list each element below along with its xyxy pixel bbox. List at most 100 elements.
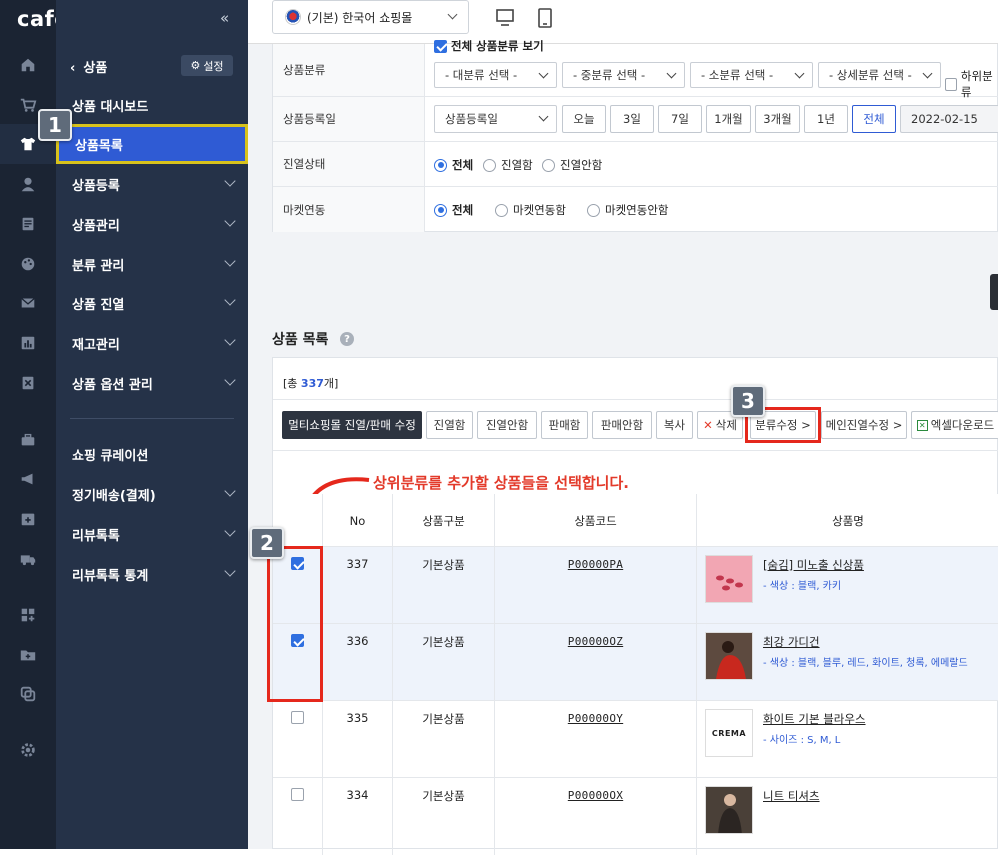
excel-icon[interactable] <box>18 373 38 393</box>
copy-button[interactable]: 복사 <box>656 411 693 439</box>
copy-icon[interactable] <box>18 684 38 704</box>
excel-download-button[interactable]: ✕ 엑셀다운로드 <box>911 411 998 439</box>
major-category-select[interactable]: - 대분류 선택 - <box>434 62 557 88</box>
minor-category-select[interactable]: - 소분류 선택 - <box>690 62 813 88</box>
product-code-link[interactable]: P00000OX <box>568 789 623 802</box>
home-icon[interactable] <box>18 55 38 75</box>
main-display-edit-button[interactable]: 메인진열수정 > <box>821 411 907 439</box>
detail-category-select[interactable]: - 상세분류 선택 - <box>818 62 941 88</box>
side-panel-tab[interactable] <box>990 274 998 310</box>
mail-icon[interactable] <box>18 293 38 313</box>
date-btn-3months[interactable]: 3개월 <box>755 105 800 133</box>
display-radio-shown[interactable]: 진열함 <box>483 157 533 173</box>
display-off-button[interactable]: 진열안함 <box>477 411 537 439</box>
display-radio-all[interactable]: 전체 <box>434 157 473 173</box>
date-btn-1month[interactable]: 1개월 <box>706 105 751 133</box>
person-icon[interactable] <box>18 174 38 194</box>
product-code-link[interactable]: P00000OZ <box>568 635 623 648</box>
sidebar-item-curation[interactable]: 쇼핑 큐레이션 <box>56 434 248 474</box>
display-on-button[interactable]: 진열함 <box>426 411 473 439</box>
settings-button[interactable]: ⚙ 설정 <box>181 55 233 76</box>
shop-selector[interactable]: (기본) 한국어 쇼핑몰 <box>272 0 469 34</box>
sidebar-item-product-list[interactable]: 상품목록 <box>56 124 248 164</box>
row-checkbox[interactable] <box>291 711 304 724</box>
date-type-select[interactable]: 상품등록일 <box>434 105 557 133</box>
product-name-link[interactable]: 최강 가디건 <box>763 634 820 650</box>
table-row[interactable]: 336 기본상품 P00000OZ 최강 가디건 - 색상 : 블랙, 블루, … <box>273 624 998 701</box>
product-name-link[interactable]: 니트 티셔츠 <box>763 788 820 804</box>
sidebar-item-subscription[interactable]: 정기배송(결제) <box>56 474 248 514</box>
start-date-input[interactable]: 2022-02-15 <box>900 105 998 133</box>
market-radio-linked[interactable]: 마켓연동함 <box>495 202 566 218</box>
sidebar-item-label: 상품관리 <box>72 218 120 234</box>
show-all-category-checkbox[interactable]: 전체 상품분류 보기 <box>434 38 544 54</box>
date-btn-7days[interactable]: 7일 <box>658 105 702 133</box>
no-cell: 336 <box>323 624 393 701</box>
megaphone-icon[interactable] <box>18 469 38 489</box>
no-cell: 334 <box>323 778 393 855</box>
date-btn-3days[interactable]: 3일 <box>610 105 654 133</box>
table-row[interactable]: 334 기본상품 P00000OX 니트 티셔츠 <box>273 778 998 855</box>
code-cell: P00000OX <box>495 778 697 855</box>
apps-plus-icon[interactable] <box>18 605 38 625</box>
sidebar-item-option-manage[interactable]: 상품 옵션 관리 <box>56 363 248 403</box>
gear-icon[interactable] <box>18 740 38 760</box>
cart-icon[interactable] <box>18 95 38 115</box>
sidebar-item-product-manage[interactable]: 상품관리 <box>56 204 248 244</box>
sidebar-item-review-stats[interactable]: 리뷰톡톡 통계 <box>56 554 248 594</box>
product-thumbnail[interactable] <box>705 555 753 603</box>
monitor-icon[interactable] <box>495 8 515 28</box>
date-btn-all[interactable]: 전체 <box>852 105 896 133</box>
product-name-link[interactable]: [숨김] 미노출 신상품 <box>763 557 864 573</box>
multi-shop-edit-button[interactable]: 멀티쇼핑몰 진열/판매 수정 <box>282 411 422 439</box>
table-row[interactable]: 335 기본상품 P00000OY CREMA 화이트 기본 블라우스 - 사이… <box>273 701 998 778</box>
sidebar-item-dashboard[interactable]: 상품 대시보드 <box>56 85 248 125</box>
palette-icon[interactable] <box>18 254 38 274</box>
date-btn-1year[interactable]: 1년 <box>804 105 848 133</box>
product-thumbnail[interactable]: CREMA <box>705 709 753 757</box>
type-value: 기본상품 <box>422 558 465 572</box>
document-icon[interactable] <box>18 214 38 234</box>
product-thumbnail[interactable] <box>705 786 753 834</box>
sidebar-item-category-manage[interactable]: 분류 관리 <box>56 244 248 284</box>
name-cell: CREMA 화이트 기본 블라우스 - 사이즈 : S, M, L <box>697 701 998 778</box>
table-row[interactable]: 337 기본상품 P00000PA [숨김] 미노출 신상품 - 색상 : 블랙… <box>273 547 998 624</box>
sell-off-button[interactable]: 판매안함 <box>592 411 652 439</box>
submenu-back-header[interactable]: ‹ 상품 <box>70 57 107 76</box>
filter-label: 마켓연동 <box>273 187 425 232</box>
shirt-icon[interactable] <box>18 134 38 154</box>
filter-label: 상품등록일 <box>273 97 425 141</box>
radio-icon <box>495 203 508 217</box>
folder-plus-icon[interactable] <box>18 645 38 665</box>
product-name-link[interactable]: 화이트 기본 블라우스 <box>763 711 866 727</box>
market-radio-all[interactable]: 전체 <box>434 202 473 218</box>
chart-icon[interactable] <box>18 333 38 353</box>
truck-icon[interactable] <box>18 549 38 569</box>
display-radio-hidden[interactable]: 진열안함 <box>542 157 602 173</box>
sidebar-item-review[interactable]: 리뷰톡톡 <box>56 514 248 554</box>
product-code-link[interactable]: P00000OY <box>568 712 623 725</box>
chevron-down-icon <box>224 294 236 306</box>
sidebar-item-stock[interactable]: 재고관리 <box>56 323 248 363</box>
sell-on-button[interactable]: 판매함 <box>541 411 588 439</box>
calendar-plus-icon[interactable] <box>18 509 38 529</box>
double-chevron-left-icon[interactable]: « <box>220 9 229 27</box>
middle-category-select[interactable]: - 중분류 선택 - <box>562 62 685 88</box>
product-code-link[interactable]: P00000PA <box>568 558 623 571</box>
briefcase-icon[interactable] <box>18 430 38 450</box>
excel-download-label: 엑셀다운로드 <box>930 418 995 432</box>
select-value: - 대분류 선택 - <box>445 68 518 82</box>
row-checkbox[interactable] <box>291 788 304 801</box>
show-all-category-label: 전체 상품분류 보기 <box>451 39 544 53</box>
include-subcategory-checkbox[interactable]: 하위분류 <box>945 68 998 100</box>
help-icon[interactable]: ? <box>340 332 354 346</box>
type-cell: 기본상품 <box>393 547 495 624</box>
column-header-code: 상품코드 <box>495 494 697 547</box>
sidebar-item-product-display[interactable]: 상품 진열 <box>56 283 248 323</box>
chevron-down-icon <box>666 68 677 79</box>
mobile-icon[interactable] <box>537 8 553 28</box>
market-radio-unlinked[interactable]: 마켓연동안함 <box>587 202 668 218</box>
date-btn-today[interactable]: 오늘 <box>562 105 606 133</box>
sidebar-item-product-register[interactable]: 상품등록 <box>56 164 248 204</box>
product-thumbnail[interactable] <box>705 632 753 680</box>
